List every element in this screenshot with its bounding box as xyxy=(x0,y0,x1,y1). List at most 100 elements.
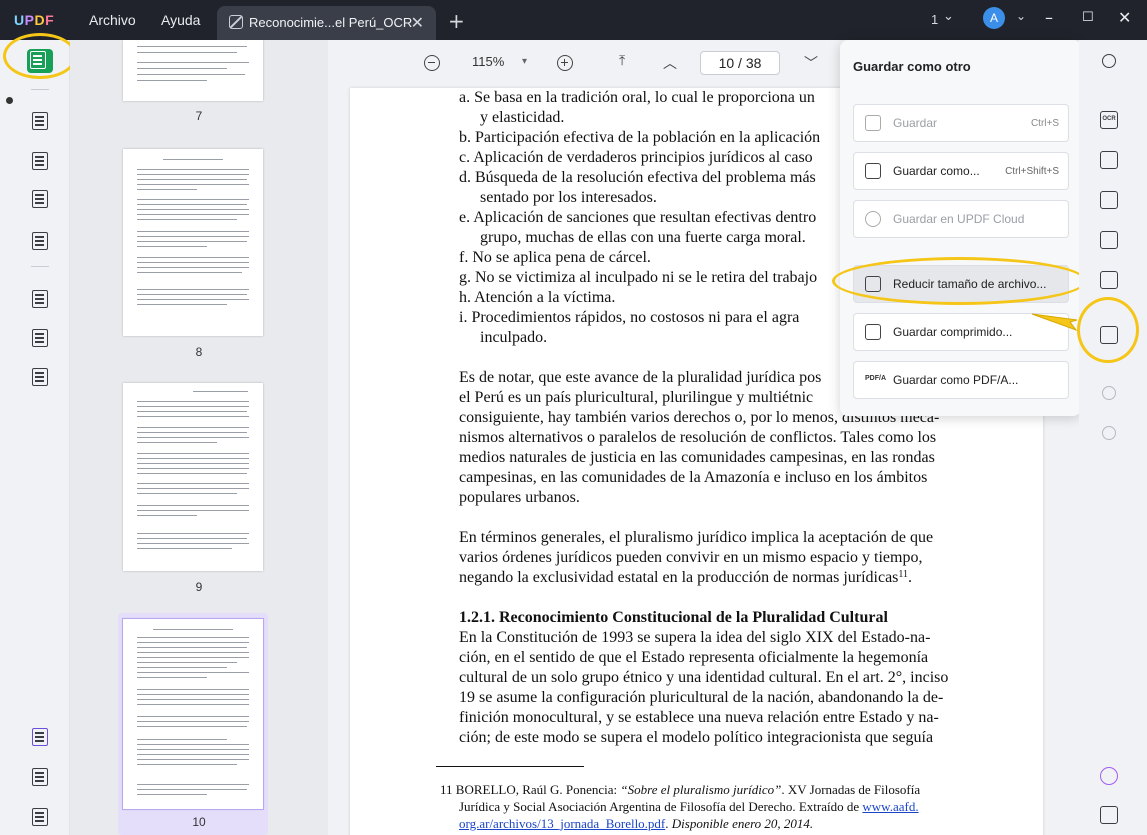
comment-icon[interactable] xyxy=(1100,806,1118,824)
list-line: f. No se aplica pena de cárcel. xyxy=(459,249,651,266)
menu-title: Guardar como otro xyxy=(853,59,971,74)
bookmark-button[interactable] xyxy=(29,766,51,788)
no-edit-icon xyxy=(229,15,243,29)
convert-icon[interactable] xyxy=(1100,151,1118,169)
save-as-pdfa-button[interactable]: PDF/A Guardar como PDF/A... xyxy=(853,361,1069,399)
sign-icon xyxy=(32,232,48,250)
list-line: e. Aplicación de sanciones que resultan … xyxy=(459,209,817,226)
avatar[interactable]: A xyxy=(983,7,1005,29)
compress-icon xyxy=(865,324,881,340)
tab-count[interactable]: 1 xyxy=(931,12,938,27)
undo-icon[interactable] xyxy=(1102,386,1116,400)
layers-icon xyxy=(32,728,48,746)
list-line: y elasticidad. xyxy=(480,109,565,126)
save-button[interactable]: Guardar Ctrl+S xyxy=(853,104,1069,142)
footnote-marker[interactable]: 11 xyxy=(898,569,908,580)
zoom-level[interactable]: 115% xyxy=(472,54,504,69)
thumbnail-page-10[interactable] xyxy=(122,618,264,810)
close-tab-icon[interactable]: ✕ xyxy=(411,13,424,32)
maximize-icon[interactable]: ☐ xyxy=(1082,10,1094,25)
list-line: i. Procedimientos rápidos, no costosos n… xyxy=(459,309,800,326)
footnote-rule xyxy=(436,766,584,767)
paragraph-line: nismos alternativos o paralelos de resol… xyxy=(459,429,937,446)
menu-archivo[interactable]: Archivo xyxy=(89,12,136,28)
mail-icon[interactable] xyxy=(1100,271,1118,289)
form-icon xyxy=(32,190,48,208)
title-bar: UPDF Archivo Ayuda Reconocimie...el Perú… xyxy=(0,0,1147,40)
paragraph-line: medios naturales de justicia en las comu… xyxy=(459,449,935,466)
highlight-circle xyxy=(1077,297,1139,363)
pdfa-icon: PDF/A xyxy=(865,375,886,382)
menu-ayuda[interactable]: Ayuda xyxy=(161,12,200,28)
list-line: grupo, muchas de ellas con una fuerte ca… xyxy=(480,229,806,246)
tab-title: Reconocimie...el Perú_OCR xyxy=(249,15,413,30)
thumbnail-number: 10 xyxy=(192,815,206,829)
save-as-menu: Guardar como otro Guardar Ctrl+S Guardar… xyxy=(840,40,1081,416)
zoom-in-icon[interactable] xyxy=(557,55,573,71)
next-page-icon[interactable]: ﹀ xyxy=(804,53,818,73)
account-caret-icon[interactable]: ⌄ xyxy=(1016,9,1026,23)
footnote-link[interactable]: www.aafd. xyxy=(862,799,918,814)
list-line: b. Participación efectiva de la població… xyxy=(459,129,821,146)
paragraph-line-with-note: negando la exclusividad estatal en la pr… xyxy=(459,569,912,587)
paragraph-line: ción, en el sentido de que el Estado rep… xyxy=(459,649,929,666)
page-number-input[interactable]: 10 / 38 xyxy=(700,51,780,75)
comment-tool-button[interactable] xyxy=(29,110,51,132)
thumbnail-page-8[interactable] xyxy=(123,149,263,336)
pages-icon xyxy=(32,290,48,308)
edit-icon xyxy=(32,152,48,170)
paragraph-line: el Perú es un país pluricultural, pluril… xyxy=(459,389,814,406)
form-tool-button[interactable] xyxy=(29,188,51,210)
shortcut-label: Ctrl+S xyxy=(1030,118,1059,129)
layers-button[interactable] xyxy=(29,726,51,748)
stack-icon xyxy=(32,368,48,386)
crop-tool-button[interactable] xyxy=(29,327,51,349)
highlighter-icon xyxy=(32,112,48,130)
paragraph-end: . xyxy=(908,569,913,586)
bookmark-icon xyxy=(32,768,48,786)
separator xyxy=(31,89,49,90)
layers-tool-button[interactable] xyxy=(29,366,51,388)
crop-icon xyxy=(32,329,48,347)
list-line: c. Aplicación de verdaderos principios j… xyxy=(459,149,813,166)
indicator-dot xyxy=(6,97,13,104)
save-as-icon xyxy=(865,163,881,179)
footnote-link[interactable]: org.ar/archivos/13_jornada_Borello.pdf xyxy=(459,816,665,831)
minimize-icon[interactable]: – xyxy=(1045,8,1053,27)
attachment-button[interactable] xyxy=(29,806,51,828)
fill-sign-button[interactable] xyxy=(29,230,51,252)
thumbnail-number: 8 xyxy=(195,345,203,359)
footnote-line: org.ar/archivos/13_jornada_Borello.pdf. … xyxy=(459,816,814,831)
window-close-icon[interactable]: ✕ xyxy=(1118,8,1131,27)
ocr-icon[interactable]: OCR xyxy=(1100,111,1118,129)
list-line: a. Se basa en la tradición oral, lo cual… xyxy=(459,89,815,106)
paragraph-line: varios órdenes jurídicos pueden convivir… xyxy=(459,549,923,566)
thumbnail-page-7[interactable] xyxy=(123,40,263,101)
cloud-icon xyxy=(865,211,881,227)
save-to-cloud-button[interactable]: Guardar en UPDF Cloud xyxy=(853,200,1069,238)
save-icon xyxy=(865,115,881,131)
zoom-out-icon[interactable] xyxy=(424,55,440,71)
search-icon[interactable] xyxy=(1102,54,1116,68)
ai-assistant-icon[interactable] xyxy=(1100,767,1118,785)
right-toolbar: OCR xyxy=(1079,40,1147,835)
shortcut-label: Ctrl+Shift+S xyxy=(1005,166,1059,177)
prev-page-icon[interactable]: ︿ xyxy=(663,53,677,73)
new-tab-button[interactable]: + xyxy=(448,9,465,33)
thumbnail-page-9[interactable] xyxy=(123,383,263,571)
thumbnail-panel[interactable]: 7 8 9 10 xyxy=(70,40,328,835)
highlight-circle xyxy=(3,33,77,79)
organize-pages-button[interactable] xyxy=(29,288,51,310)
protect-icon[interactable] xyxy=(1100,191,1118,209)
edit-tool-button[interactable] xyxy=(29,150,51,172)
pointer-arrow xyxy=(1031,313,1078,332)
redo-icon[interactable] xyxy=(1102,426,1116,440)
list-line: g. No se victimiza al inculpado ni se le… xyxy=(459,269,818,286)
document-tab[interactable]: Reconocimie...el Perú_OCR ✕ xyxy=(217,6,436,40)
zoom-dropdown-icon[interactable]: ▾ xyxy=(522,56,527,67)
share-icon[interactable] xyxy=(1100,231,1118,249)
paragraph-line: cultural de un solo grupo étnico y una i… xyxy=(459,669,949,686)
first-page-icon[interactable]: ⤒ xyxy=(619,53,625,69)
save-as-button[interactable]: Guardar como... Ctrl+Shift+S xyxy=(853,152,1069,190)
chevron-down-icon[interactable]: ⌄ xyxy=(943,9,954,24)
